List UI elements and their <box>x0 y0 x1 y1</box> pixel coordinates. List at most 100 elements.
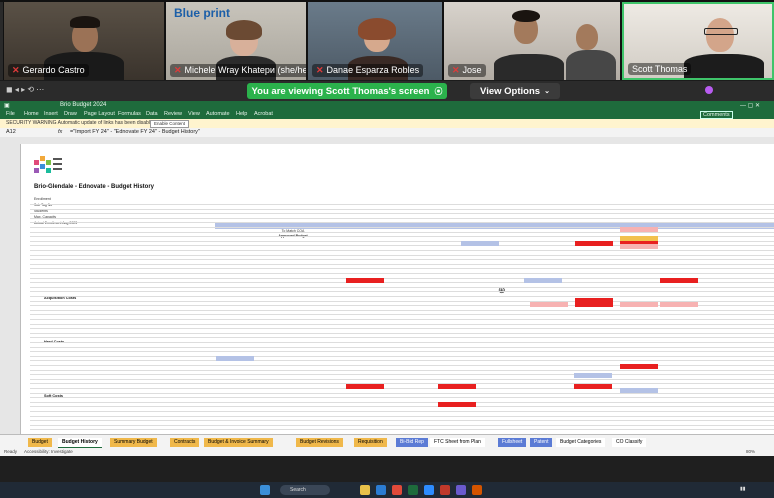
outlook-icon[interactable] <box>472 485 482 495</box>
grid-line <box>30 227 774 228</box>
menu-formulas[interactable]: Formulas <box>118 111 141 117</box>
grid-line <box>30 365 774 366</box>
highlighted-cell[interactable] <box>530 302 568 307</box>
taskbar-search[interactable]: Search <box>280 485 330 495</box>
highlighted-cell[interactable] <box>620 388 658 393</box>
menu-view[interactable]: View <box>188 111 200 117</box>
grid-line <box>30 250 774 251</box>
highlighted-cell[interactable] <box>620 302 658 307</box>
grid-line <box>30 383 774 385</box>
tab-co-classify[interactable]: CO Classify <box>612 438 647 447</box>
file-explorer-icon[interactable] <box>360 485 370 495</box>
teams-icon[interactable] <box>456 485 466 495</box>
menu-home[interactable]: Home <box>24 111 39 117</box>
share-toolbar-icons: ◼ ◂ ▸ ⟲ ⋯ <box>6 85 45 94</box>
menu-data[interactable]: Data <box>146 111 158 117</box>
grid-line <box>30 424 774 426</box>
participant-tile-3[interactable]: ✕ Danae Esparza Robles <box>308 2 442 80</box>
tab-requisition[interactable]: Requisition <box>354 438 387 447</box>
highlighted-cell[interactable] <box>620 364 658 369</box>
approved-budget-label: To Match COA Approved Budget <box>263 229 323 239</box>
status-accessibility[interactable]: Accessibility: Investigate <box>24 449 73 454</box>
viewing-screen-banner[interactable]: You are viewing Scott Thomas's screen ⦿ <box>247 83 447 99</box>
highlighted-cell[interactable] <box>574 373 612 378</box>
participant-tile-1[interactable]: ✕ Gerardo Castro <box>4 2 164 80</box>
grid-line <box>30 319 774 320</box>
grid-line <box>30 332 774 334</box>
grid-line <box>30 401 774 403</box>
chrome-icon[interactable] <box>392 485 402 495</box>
highlighted-cell[interactable] <box>660 302 698 307</box>
tab-budget-invoice-summary[interactable]: Budget & Invoice Summary <box>204 438 273 447</box>
grid-line <box>30 296 774 297</box>
start-icon[interactable] <box>260 485 270 495</box>
highlighted-cell[interactable] <box>346 384 384 389</box>
comments-button[interactable]: Comments <box>700 111 733 119</box>
highlighted-cell[interactable] <box>620 244 658 249</box>
enable-content-button[interactable]: Enable Content <box>150 120 190 128</box>
menu-draw[interactable]: Draw <box>64 111 77 117</box>
grid-line <box>30 392 774 394</box>
grid-line <box>30 374 774 376</box>
tab-contracts[interactable]: Contracts <box>170 438 200 447</box>
menu-insert[interactable]: Insert <box>44 111 58 117</box>
grid-line <box>30 346 774 348</box>
grid-line <box>30 291 774 293</box>
menu-file[interactable]: File <box>6 111 15 117</box>
view-options-button[interactable]: View Options ⌄ <box>470 83 560 99</box>
highlighted-cell[interactable] <box>524 278 562 283</box>
zoom-level[interactable]: 80% <box>746 449 755 454</box>
tab-patent[interactable]: Patent <box>530 438 553 447</box>
tab-budget-revisions[interactable]: Budget Revisions <box>296 438 343 447</box>
tab-bi-bid-rep[interactable]: Bi-Bid Rep <box>396 438 428 447</box>
highlighted-cell[interactable] <box>438 402 476 407</box>
autosave-icon[interactable]: ▣ <box>4 102 10 109</box>
spreadsheet-grid[interactable]: Brio-Glendale - Ednovate - Budget Histor… <box>0 144 774 434</box>
tab-ftc-sheet[interactable]: FTC Sheet from Plan <box>430 438 485 447</box>
highlighted-cell[interactable] <box>346 278 384 283</box>
column-group-header <box>215 223 774 229</box>
highlighted-cell[interactable] <box>216 356 254 361</box>
edge-icon[interactable] <box>376 485 386 495</box>
highlighted-cell[interactable] <box>575 302 613 307</box>
tile-edge <box>0 2 3 80</box>
formula-input[interactable]: ="Import FY 24" - "Ednovate FY 24" - Bud… <box>70 129 200 135</box>
participant-name: ✕ Jose <box>448 64 486 77</box>
name-box[interactable]: A12 <box>6 129 16 135</box>
menu-page-layout[interactable]: Page Layout <box>84 111 115 117</box>
participant-tile-5-active-speaker[interactable]: Scott Thomas <box>622 2 774 80</box>
tab-budget-categories[interactable]: Budget Categories <box>556 438 606 447</box>
grid-line <box>30 204 774 205</box>
tab-summary-budget[interactable]: Summary Budget <box>110 438 157 447</box>
window-controls[interactable]: — ▢ ✕ <box>740 102 760 109</box>
highlighted-cell[interactable] <box>620 227 658 232</box>
grid-line <box>30 314 774 316</box>
grid-line <box>30 273 774 274</box>
highlighted-cell[interactable] <box>575 241 613 246</box>
highlighted-cell[interactable] <box>438 384 476 389</box>
participant-tile-2[interactable]: Blue print ✕ Michele Wray Khatери (she/he… <box>166 2 306 80</box>
tab-fullsheet[interactable]: Fullsheet <box>498 438 527 447</box>
zoom-app-icon[interactable] <box>424 485 434 495</box>
muted-mic-icon: ✕ <box>316 65 324 75</box>
row-headers <box>0 144 21 434</box>
menu-acrobat[interactable]: Acrobat <box>254 111 273 117</box>
tab-budget[interactable]: Budget <box>28 438 52 447</box>
participant-name: ✕ Michele Wray Khatери (she/her) <box>170 64 306 77</box>
highlighted-cell[interactable] <box>574 384 612 389</box>
windows-taskbar: Search ▮▮ <box>0 482 774 498</box>
menu-review[interactable]: Review <box>164 111 182 117</box>
menu-automate[interactable]: Automate <box>206 111 230 117</box>
clock: ▮▮ <box>740 486 746 492</box>
menu-help[interactable]: Help <box>236 111 247 117</box>
participant-tile-4[interactable]: ✕ Jose <box>444 2 620 80</box>
acrobat-icon[interactable] <box>440 485 450 495</box>
participant-name: ✕ Danae Esparza Robles <box>312 64 424 77</box>
highlighted-cell[interactable] <box>461 241 499 246</box>
grid-line <box>30 397 774 399</box>
highlighted-cell[interactable] <box>660 278 698 283</box>
excel-icon[interactable] <box>408 485 418 495</box>
brio-logo-icon <box>34 156 62 173</box>
blueprint-logo: Blue print <box>174 6 230 20</box>
security-warning-text: SECURITY WARNING Automatic update of lin… <box>6 120 156 126</box>
